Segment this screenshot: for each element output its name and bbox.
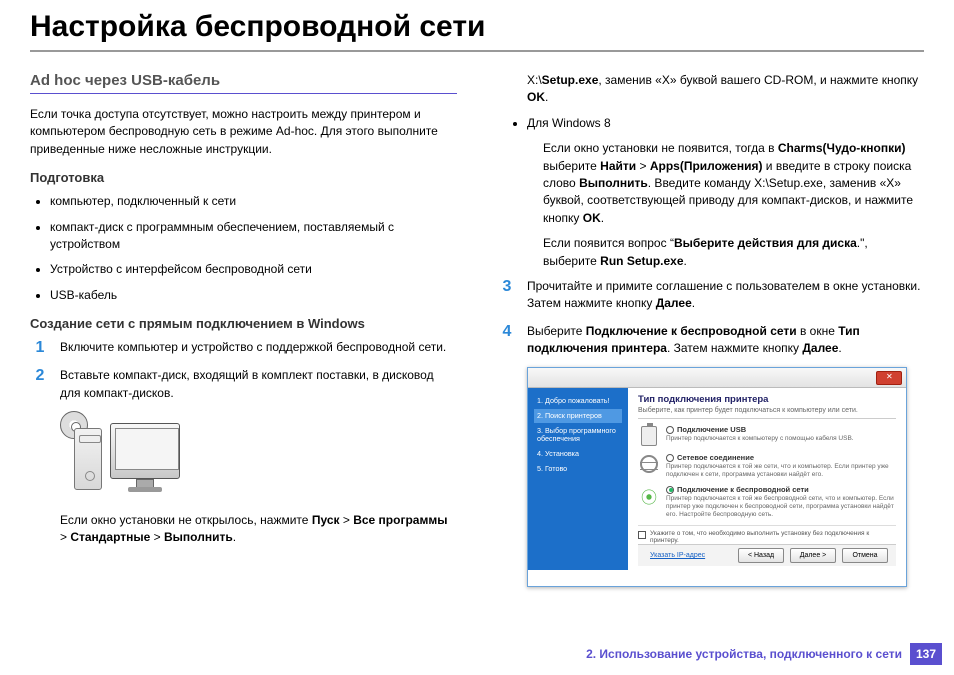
list-item: USB-кабель xyxy=(50,287,457,304)
page-title: Настройка беспроводной сети xyxy=(30,10,924,44)
close-icon xyxy=(876,371,902,385)
monitor-base-icon xyxy=(128,487,162,492)
title-divider xyxy=(30,50,924,52)
checkbox-icon xyxy=(638,531,646,539)
section-heading: Ad hoc через USB-кабель xyxy=(30,72,457,89)
page-number: 137 xyxy=(910,643,942,665)
installer-dialog-screenshot: 1. Добро пожаловать! 2. Поиск принтеров … xyxy=(527,367,907,587)
step-4: 4 Выберите Подключение к беспроводной се… xyxy=(497,323,924,358)
step-number: 1 xyxy=(30,339,50,357)
sidebar-item: 3. Выбор программного обеспечения xyxy=(534,424,622,446)
sidebar-item: 2. Поиск принтеров xyxy=(534,409,622,423)
list-item: Устройство с интерфейсом беспроводной се… xyxy=(50,261,457,278)
win8-bullet: Для Windows 8 xyxy=(497,115,924,132)
radio-icon xyxy=(666,454,674,462)
dialog-button-bar: Указать IP-адрес < Назад Далее > Отмена xyxy=(638,544,896,566)
dialog-heading: Тип подключения принтера xyxy=(638,394,896,405)
page-footer: 2. Использование устройства, подключенно… xyxy=(586,643,942,665)
left-column: Ad hoc через USB-кабель Если точка досту… xyxy=(30,72,457,587)
option-wireless: ⦿ Подключение к беспроводной сети Принте… xyxy=(638,485,896,518)
step-number: 2 xyxy=(30,367,50,402)
intro-paragraph: Если точка доступа отсутствует, можно на… xyxy=(30,106,457,158)
dialog-main: Тип подключения принтера Выберите, как п… xyxy=(628,388,906,570)
right-column: X:\Setup.exe, заменив «X» буквой вашего … xyxy=(497,72,924,587)
option-network: Сетевое соединение Принтер подключается … xyxy=(638,453,896,479)
setup-cmd-line: X:\Setup.exe, заменив «X» буквой вашего … xyxy=(497,72,924,107)
dialog-subheading: Выберите, как принтер будет подключаться… xyxy=(638,407,896,419)
sidebar-item: 4. Установка xyxy=(534,447,622,461)
monitor-icon xyxy=(110,423,180,479)
subheading-prep: Подготовка xyxy=(30,170,457,185)
wifi-icon: ⦿ xyxy=(638,485,660,507)
dialog-checkbox-row: Укажите о том, что необходимо выполнить … xyxy=(638,525,896,544)
computer-cd-illustration xyxy=(60,412,190,502)
win8-para1: Если окно установки не появится, тогда в… xyxy=(497,140,924,227)
next-button: Далее > xyxy=(790,548,836,563)
win8-para2: Если появится вопрос “Выберите действия … xyxy=(497,235,924,270)
usb-icon xyxy=(638,425,660,447)
radio-icon xyxy=(666,486,674,494)
cancel-button: Отмена xyxy=(842,548,888,563)
list-item: компакт-диск с программным обеспечением,… xyxy=(50,219,457,254)
sidebar-item: 1. Добро пожаловать! xyxy=(534,394,622,408)
globe-icon xyxy=(638,453,660,475)
step-text: Включите компьютер и устройство с поддер… xyxy=(60,339,457,357)
back-button: < Назад xyxy=(738,548,784,563)
step-number: 4 xyxy=(497,323,517,358)
radio-icon xyxy=(666,426,674,434)
list-item: компьютер, подключенный к сети xyxy=(50,193,457,210)
section-divider xyxy=(30,93,457,94)
sidebar-item: 5. Готово xyxy=(534,462,622,476)
pc-tower-icon xyxy=(74,428,102,490)
step-3: 3 Прочитайте и примите соглашение с поль… xyxy=(497,278,924,313)
step-1: 1 Включите компьютер и устройство с подд… xyxy=(30,339,457,357)
step-text: Прочитайте и примите соглашение с пользо… xyxy=(527,278,924,313)
ip-link: Указать IP-адрес xyxy=(650,552,705,559)
step-text: Выберите Подключение к беспроводной сети… xyxy=(527,323,924,358)
footer-section-label: 2. Использование устройства, подключенно… xyxy=(586,647,902,661)
step-number: 3 xyxy=(497,278,517,313)
dialog-titlebar xyxy=(528,368,906,388)
step-text: Вставьте компакт-диск, входящий в компле… xyxy=(60,367,457,402)
list-item: Для Windows 8 xyxy=(527,115,924,132)
run-path-note: Если окно установки не открылось, нажмит… xyxy=(30,512,457,547)
step-2: 2 Вставьте компакт-диск, входящий в комп… xyxy=(30,367,457,402)
subheading-create: Создание сети с прямым подключением в Wi… xyxy=(30,316,457,331)
option-usb: Подключение USB Принтер подключается к к… xyxy=(638,425,896,447)
prep-list: компьютер, подключенный к сети компакт-д… xyxy=(30,193,457,304)
dialog-sidebar: 1. Добро пожаловать! 2. Поиск принтеров … xyxy=(528,388,628,570)
